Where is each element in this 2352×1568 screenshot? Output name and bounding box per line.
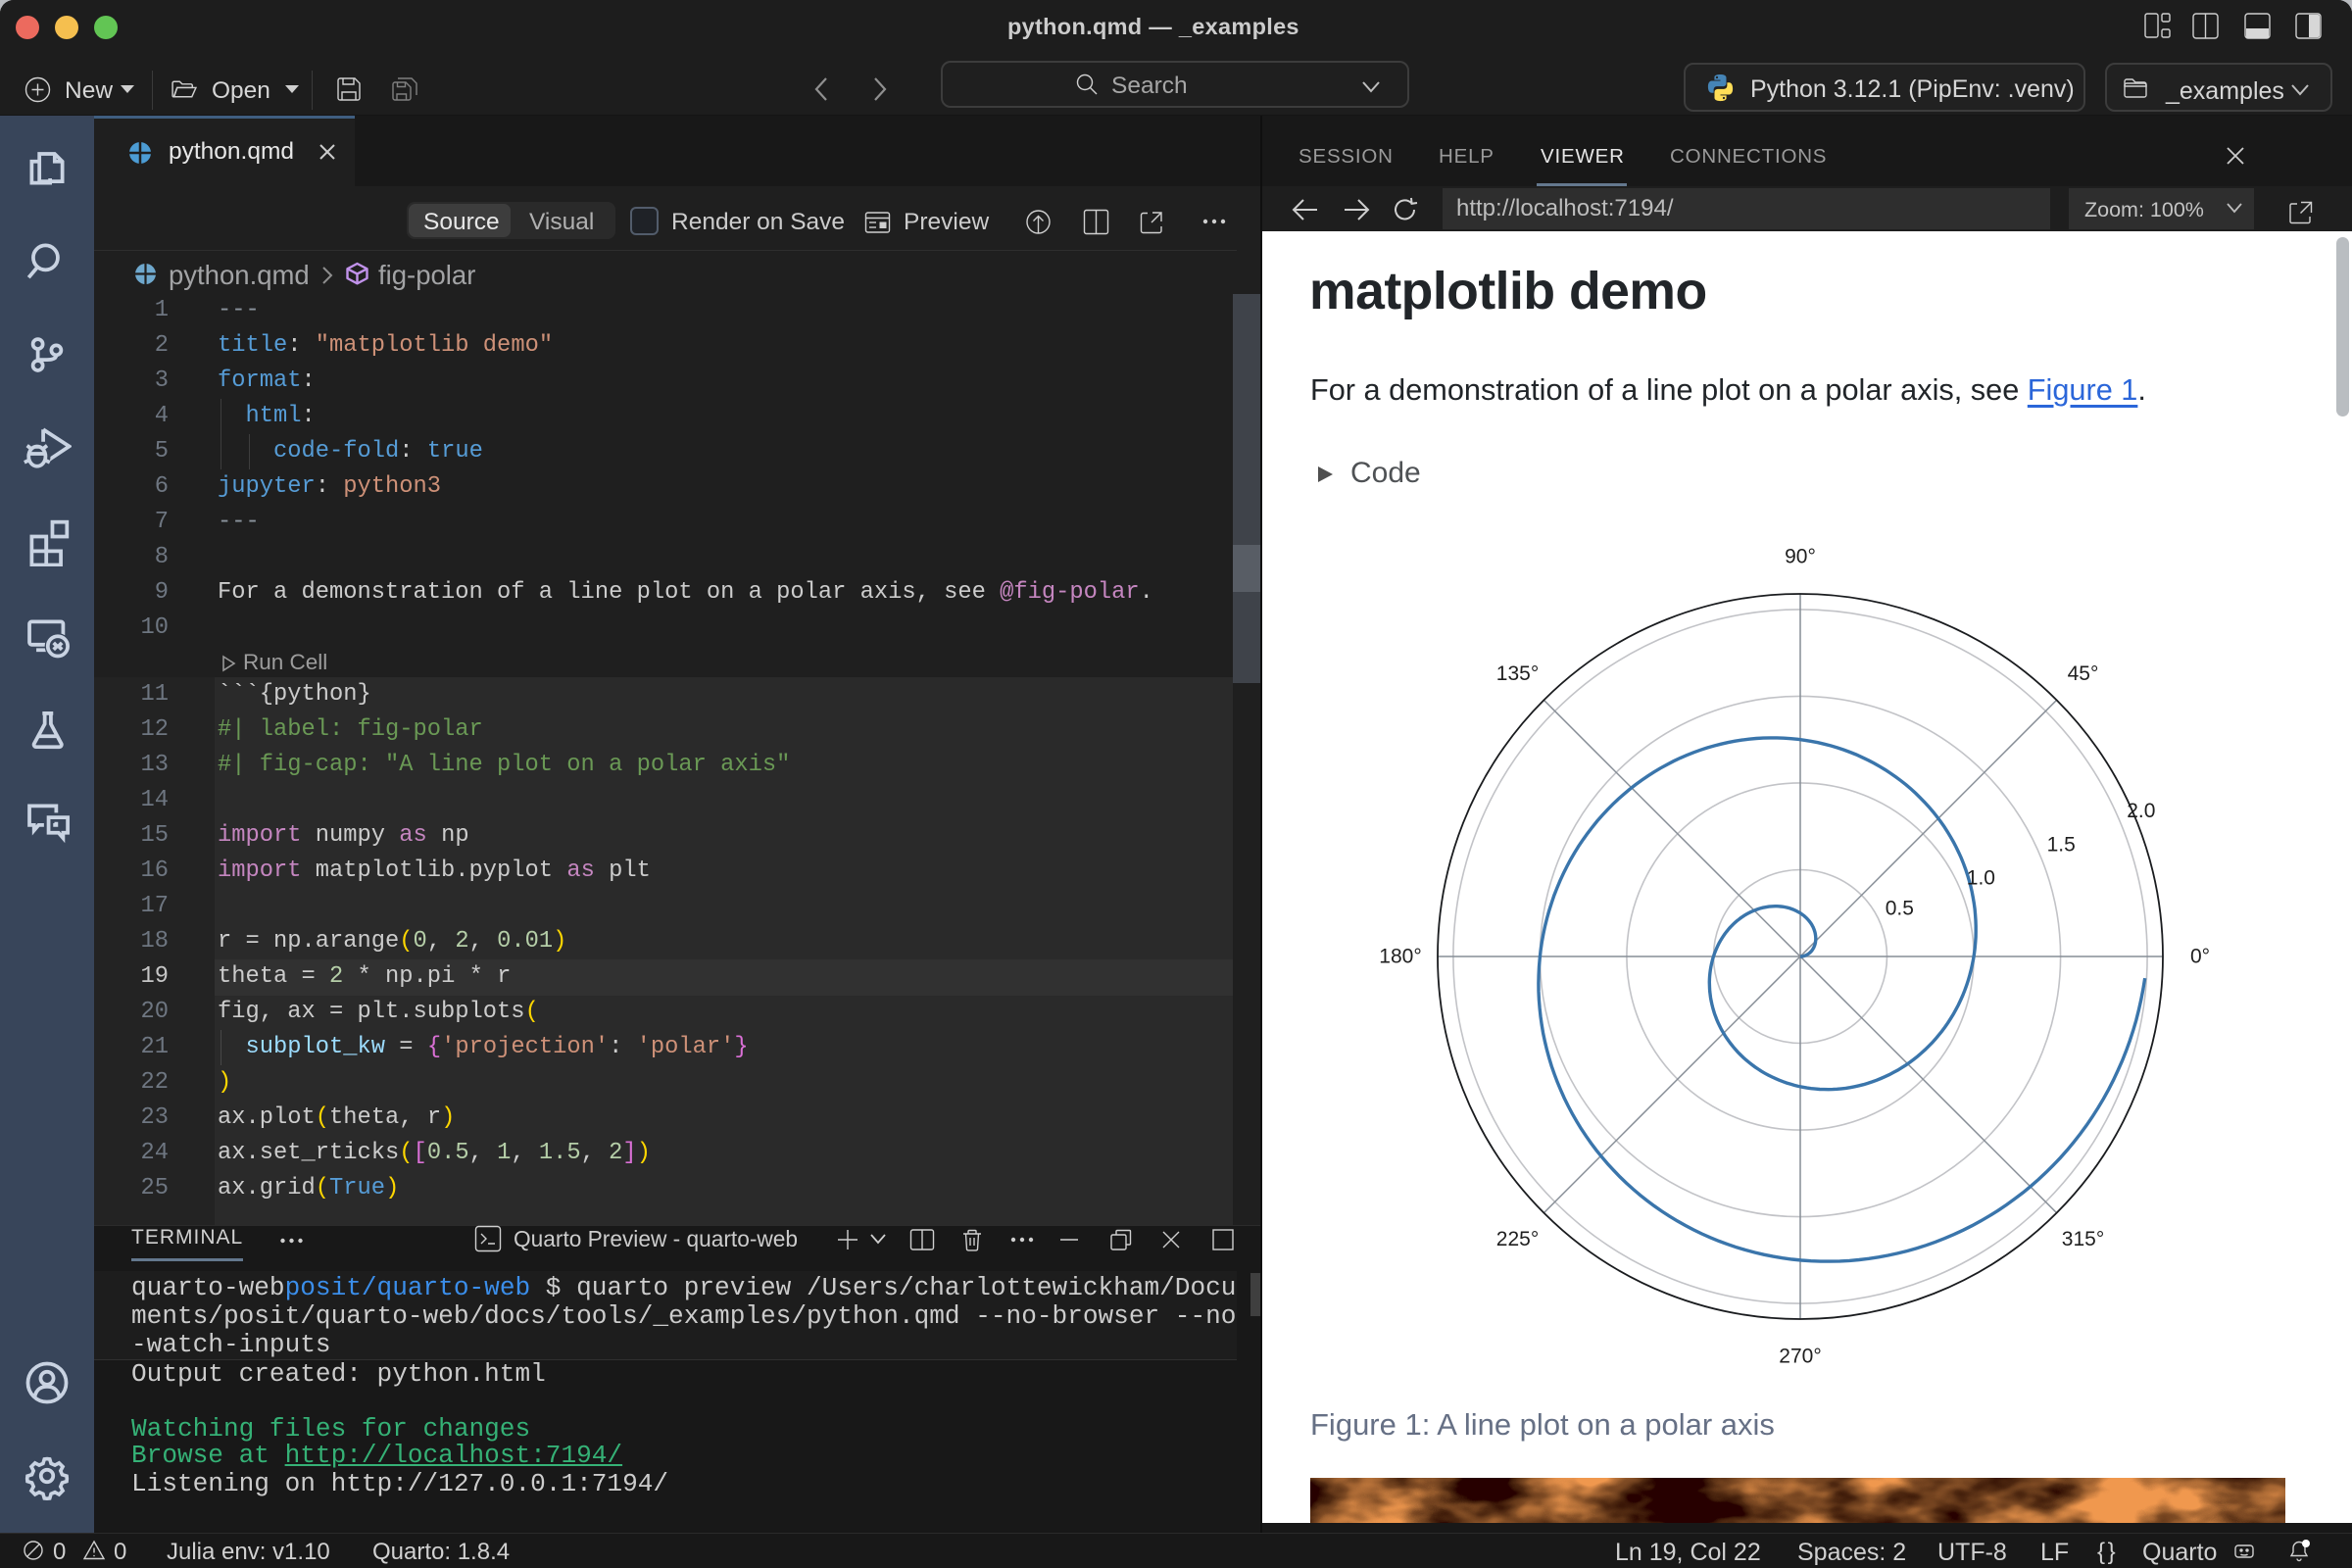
svg-text:0.5: 0.5 xyxy=(1886,898,1914,920)
svg-text:90°: 90° xyxy=(1785,546,1816,568)
svg-text:315°: 315° xyxy=(2062,1228,2104,1250)
svg-text:0°: 0° xyxy=(2190,946,2210,968)
svg-text:45°: 45° xyxy=(2068,662,2099,685)
svg-text:1.0: 1.0 xyxy=(1967,866,1995,889)
svg-text:1.5: 1.5 xyxy=(2047,833,2076,856)
svg-text:225°: 225° xyxy=(1496,1228,1539,1250)
svg-text:180°: 180° xyxy=(1379,946,1421,968)
svg-text:270°: 270° xyxy=(1779,1346,1821,1368)
svg-text:135°: 135° xyxy=(1496,662,1539,685)
svg-text:2.0: 2.0 xyxy=(2127,800,2155,822)
